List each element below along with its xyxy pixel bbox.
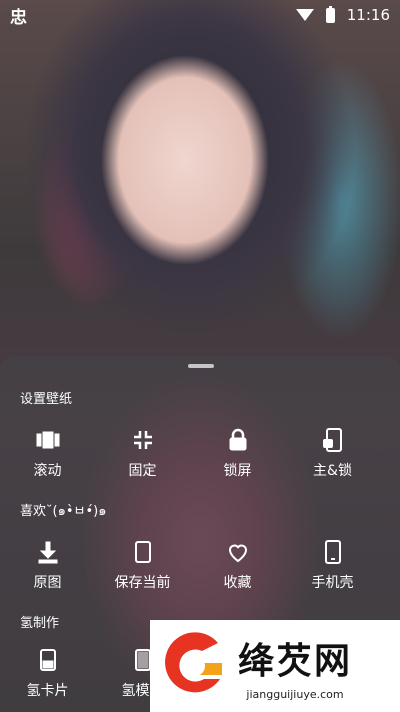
section-title-like: 喜欢˘(๑•̀ㅂ•́)๑	[20, 504, 107, 519]
phone-case-button[interactable]: 手机壳	[285, 538, 380, 592]
lock-icon	[224, 426, 252, 454]
watermark-logo	[158, 629, 232, 703]
hydrogen-card-label: 氢卡片	[26, 683, 69, 699]
clock: 11:16	[346, 6, 390, 24]
save-current-button[interactable]: 保存当前	[95, 538, 190, 592]
save-current-label: 保存当前	[114, 575, 171, 591]
fixed-icon	[129, 426, 157, 454]
scroll-button[interactable]: 滚动	[0, 426, 95, 480]
set-wallpaper-row: 滚动 固定 锁屏 主&锁	[0, 426, 400, 480]
home-and-lock-label: 主&锁	[313, 463, 352, 479]
favorite-button[interactable]: 收藏	[190, 538, 285, 592]
fixed-label: 固定	[128, 463, 157, 479]
lock-screen-button[interactable]: 锁屏	[190, 426, 285, 480]
watermark-url: jiangguijiuye.com	[246, 687, 344, 701]
card-icon	[34, 646, 62, 674]
like-row: 原图 保存当前 收藏 手机壳	[0, 538, 400, 592]
sheet-drag-handle[interactable]	[188, 364, 214, 368]
phone-case-icon	[319, 538, 347, 566]
home-lock-icon	[319, 426, 347, 454]
original-image-label: 原图	[33, 575, 62, 591]
wifi-icon	[295, 9, 314, 21]
hydrogen-card-button[interactable]: 氢卡片	[0, 646, 95, 700]
scroll-label: 滚动	[33, 463, 62, 479]
save-current-icon	[129, 538, 157, 566]
phone-case-label: 手机壳	[311, 575, 354, 591]
fixed-button[interactable]: 固定	[95, 426, 190, 480]
status-bar: 忠 11:16	[0, 0, 400, 30]
scroll-icon	[34, 426, 62, 454]
home-and-lock-button[interactable]: 主&锁	[285, 426, 380, 480]
download-icon	[34, 538, 62, 566]
heart-icon	[224, 538, 252, 566]
lock-screen-label: 锁屏	[223, 463, 252, 479]
app-notification-icon: 忠	[10, 7, 27, 28]
watermark-title: 绛芡网	[238, 640, 353, 682]
section-title-set-wallpaper: 设置壁纸	[20, 392, 73, 407]
watermark-overlay: 绛芡网 jiangguijiuye.com	[150, 620, 400, 712]
section-title-hydrogen-make: 氢制作	[20, 616, 60, 631]
original-image-button[interactable]: 原图	[0, 538, 95, 592]
favorite-label: 收藏	[223, 575, 252, 591]
battery-icon	[325, 5, 335, 23]
